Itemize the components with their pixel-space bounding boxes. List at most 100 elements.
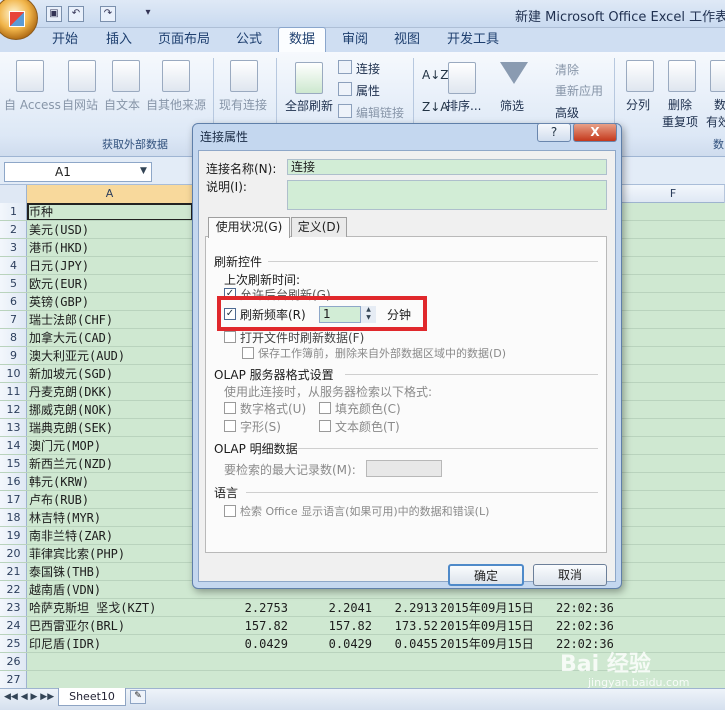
row-number[interactable]: 6 [0, 293, 27, 311]
cell-currency[interactable]: 泰国铢(THB) [29, 563, 101, 581]
fill-color-checkbox[interactable] [319, 402, 331, 414]
cell-currency[interactable]: 印尼盾(IDR) [29, 635, 101, 653]
close-button[interactable]: X [573, 123, 617, 142]
row-number[interactable]: 22 [0, 581, 27, 599]
remove-duplicates-button[interactable]: 删除 [668, 96, 692, 113]
customize-quick-access-icon[interactable]: ▾ [140, 6, 156, 22]
cell-currency[interactable]: 巴西雷亚尔(BRL) [29, 617, 125, 635]
cell-value-d[interactable]: 173.52 [380, 617, 438, 635]
row-number[interactable]: 17 [0, 491, 27, 509]
cell-value-b[interactable]: 157.82 [230, 617, 288, 635]
cell-currency[interactable]: 林吉特(MYR) [29, 509, 101, 527]
cancel-button[interactable]: 取消 [533, 564, 607, 586]
row-number[interactable]: 2 [0, 221, 27, 239]
row-number[interactable]: 26 [0, 653, 27, 671]
cell-currency[interactable]: 澳门元(MOP) [29, 437, 101, 455]
cell-date[interactable]: 2015年09月15日 [440, 599, 550, 617]
ok-button[interactable]: 确定 [448, 564, 524, 586]
cell-time[interactable]: 22:02:36 [556, 599, 622, 617]
number-format-checkbox[interactable] [224, 402, 236, 414]
column-header-f[interactable]: F [622, 185, 725, 203]
row-number[interactable]: 25 [0, 635, 27, 653]
cell-currency[interactable]: 英镑(GBP) [29, 293, 89, 311]
cell-currency[interactable]: 卢布(RUB) [29, 491, 89, 509]
row-number[interactable]: 8 [0, 329, 27, 347]
row-number[interactable]: 27 [0, 671, 27, 689]
cell-value-c[interactable]: 2.2041 [312, 599, 372, 617]
row-number[interactable]: 15 [0, 455, 27, 473]
data-validation-button[interactable]: 数 [714, 96, 725, 113]
row-number[interactable]: 24 [0, 617, 27, 635]
existing-connections-button[interactable]: 现有连接 [219, 96, 267, 113]
tab-formulas[interactable]: 公式 [236, 28, 262, 52]
cell-currency[interactable]: 瑞典克朗(SEK) [29, 419, 113, 437]
column-header-a[interactable]: A [27, 185, 193, 203]
sheet-tab[interactable]: Sheet10 [58, 688, 126, 706]
cell-currency[interactable]: 港币(HKD) [29, 239, 89, 257]
cell-currency[interactable]: 澳大利亚元(AUD) [29, 347, 125, 365]
cell-currency[interactable]: 丹麦克朗(DKK) [29, 383, 113, 401]
cell-currency[interactable]: 越南盾(VDN) [29, 581, 101, 599]
row-number[interactable]: 16 [0, 473, 27, 491]
edit-links-button[interactable]: 编辑链接 [356, 104, 404, 121]
cell-currency[interactable]: 菲律宾比索(PHP) [29, 545, 125, 563]
connection-name-field[interactable]: 连接 [287, 159, 607, 175]
cell-date[interactable]: 2015年09月15日 [440, 635, 550, 653]
cell-currency[interactable]: 美元(USD) [29, 221, 89, 239]
row-number[interactable]: 1 [0, 203, 27, 221]
cell-value-b[interactable]: 0.0429 [230, 635, 288, 653]
from-other-sources-button[interactable]: 自其他来源 [146, 96, 206, 113]
advanced-filter-button[interactable]: 高级 [555, 104, 579, 121]
undo-icon[interactable]: ↶ [68, 6, 84, 22]
row-number[interactable]: 11 [0, 383, 27, 401]
cell-value-c[interactable]: 0.0429 [312, 635, 372, 653]
sheet-nav-icon[interactable]: ◀◀ ◀ ▶ ▶▶ [4, 692, 54, 702]
tab-home[interactable]: 开始 [52, 28, 78, 52]
cell-currency[interactable]: 韩元(KRW) [29, 473, 89, 491]
select-all-corner[interactable] [0, 185, 27, 203]
tab-data[interactable]: 数据 [289, 28, 315, 52]
cell-currency[interactable]: 南非兰特(ZAR) [29, 527, 113, 545]
cell-time[interactable]: 22:02:36 [556, 617, 622, 635]
cell-value-d[interactable]: 2.2913 [380, 599, 438, 617]
tab-insert[interactable]: 插入 [106, 28, 132, 52]
remove-data-checkbox[interactable] [242, 347, 254, 359]
row-number[interactable]: 19 [0, 527, 27, 545]
row-number[interactable]: 20 [0, 545, 27, 563]
sort-ascending-icon[interactable]: A↓Z [422, 68, 448, 82]
cell-currency[interactable]: 币种 [29, 203, 53, 221]
redo-icon[interactable]: ↷ [100, 6, 116, 22]
cell-value-c[interactable]: 157.82 [312, 617, 372, 635]
clear-button[interactable]: 清除 [555, 61, 579, 78]
cell-date[interactable]: 2015年09月15日 [440, 617, 550, 635]
tab-view[interactable]: 视图 [394, 28, 420, 52]
refresh-on-open-checkbox[interactable] [224, 331, 236, 343]
row-number[interactable]: 13 [0, 419, 27, 437]
cell-currency[interactable]: 瑞士法郎(CHF) [29, 311, 113, 329]
row-number[interactable]: 3 [0, 239, 27, 257]
row-number[interactable]: 7 [0, 311, 27, 329]
row-number[interactable]: 21 [0, 563, 27, 581]
tab-review[interactable]: 审阅 [342, 28, 368, 52]
row-number[interactable]: 4 [0, 257, 27, 275]
text-color-checkbox[interactable] [319, 420, 331, 432]
row-number[interactable]: 14 [0, 437, 27, 455]
tab-page-layout[interactable]: 页面布局 [158, 28, 210, 52]
row-number[interactable]: 9 [0, 347, 27, 365]
language-checkbox[interactable] [224, 505, 236, 517]
filter-button[interactable]: 筛选 [500, 97, 524, 114]
row-number[interactable]: 12 [0, 401, 27, 419]
tab-definition[interactable]: 定义(D) [291, 217, 347, 237]
refresh-all-button[interactable]: 全部刷新 [285, 97, 333, 114]
from-access-button[interactable]: 自 Access [4, 96, 61, 113]
tab-developer[interactable]: 开发工具 [447, 28, 499, 52]
cell-currency[interactable]: 日元(JPY) [29, 257, 89, 275]
cell-currency[interactable]: 欧元(EUR) [29, 275, 89, 293]
from-web-button[interactable]: 自网站 [62, 96, 98, 113]
row-number[interactable]: 5 [0, 275, 27, 293]
row-number[interactable]: 23 [0, 599, 27, 617]
sort-button[interactable]: 排序... [446, 97, 481, 114]
max-records-input[interactable] [366, 460, 442, 477]
name-box-dropdown-icon[interactable]: ▼ [140, 166, 147, 176]
insert-sheet-icon[interactable]: ✎ [130, 690, 146, 704]
